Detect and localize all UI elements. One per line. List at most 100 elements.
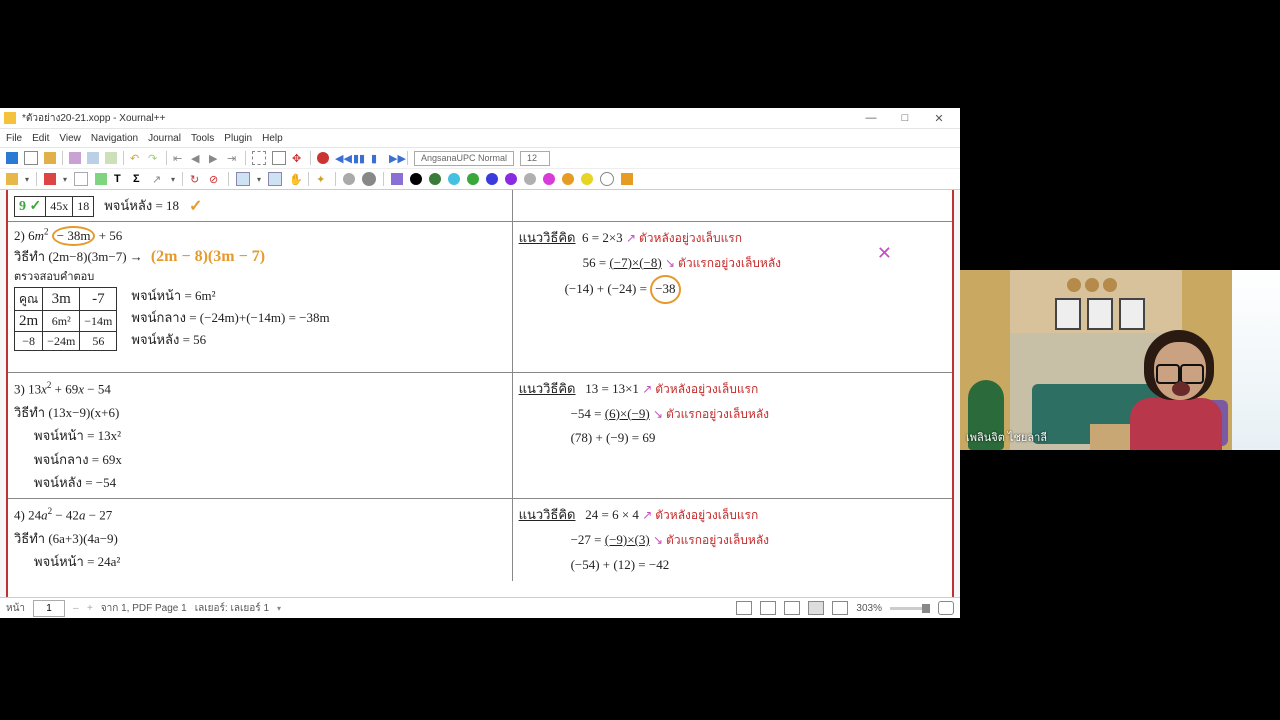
color-cyan[interactable] — [448, 173, 460, 185]
menu-view[interactable]: View — [59, 133, 81, 144]
titlebar: *ตัวอย่าง20-21.xopp - Xournal++ — □ ✕ — [0, 108, 960, 129]
record-icon[interactable] — [317, 152, 329, 164]
arrow-icon: ↘ — [665, 256, 678, 270]
maximize-button[interactable]: □ — [888, 112, 922, 124]
view-single-icon[interactable] — [736, 601, 752, 615]
hint-line: −27 = (−9)×(3) — [571, 532, 650, 547]
problem-text: 2) 6m2 − 38m + 56 — [14, 226, 506, 246]
document-canvas[interactable]: 9 ✓ 45x 18 พจน์หลัง = 18 ✓ 2) 6m2 − 38m … — [0, 190, 960, 597]
new-page-icon[interactable] — [24, 151, 38, 165]
page-delete-icon[interactable] — [272, 151, 286, 165]
menu-help[interactable]: Help — [262, 133, 283, 144]
rear-term: พจน์หลัง = −54 — [14, 471, 506, 494]
view-dual-icon[interactable] — [760, 601, 776, 615]
separator — [166, 151, 167, 165]
mid-term: พจน์กลาง = (−24m)+(−14m) = −38m — [131, 307, 329, 329]
color-blue[interactable] — [486, 173, 498, 185]
webcam-scene — [960, 270, 1280, 450]
hint-title: แนววิธีคิด — [519, 381, 576, 396]
open-icon[interactable] — [44, 152, 56, 164]
check-label: ตรวจสอบคำตอบ — [14, 267, 506, 285]
menu-journal[interactable]: Journal — [148, 133, 181, 144]
menu-navigation[interactable]: Navigation — [91, 133, 138, 144]
cross-mark-icon: ✕ — [877, 236, 892, 270]
separator — [308, 172, 309, 186]
tex-tool-icon[interactable]: Σ — [133, 173, 145, 185]
separator — [335, 172, 336, 186]
view-present-icon[interactable] — [784, 601, 800, 615]
arrow-icon: ↗ — [626, 231, 639, 245]
page-add-icon[interactable] — [252, 151, 266, 165]
separator — [228, 172, 229, 186]
hint-title: แนววิธีคิด — [519, 507, 576, 522]
separator — [383, 172, 384, 186]
font-name-select[interactable]: AngsanaUPC Normal — [414, 151, 514, 166]
color-yellow[interactable] — [581, 173, 593, 185]
hint-line: (−54) + (12) = −42 — [519, 553, 946, 578]
front-term: พจน์หน้า = 13x² — [14, 424, 506, 447]
hint-title: แนววิธีคิด — [519, 230, 576, 245]
menu-plugin[interactable]: Plugin — [224, 133, 252, 144]
hint-line: 13 = 13×1 — [585, 381, 639, 396]
handwriting: (2m − 8)(3m − 7) — [151, 248, 265, 266]
paste-icon[interactable] — [105, 152, 117, 164]
color-magenta[interactable] — [543, 173, 555, 185]
menu-edit[interactable]: Edit — [32, 133, 49, 144]
arrow-icon: ↗ — [642, 508, 655, 522]
color-white[interactable] — [600, 172, 614, 186]
close-button[interactable]: ✕ — [922, 112, 956, 125]
page-number-input[interactable] — [33, 600, 65, 617]
color-gray[interactable] — [524, 173, 536, 185]
zoom-width-icon[interactable] — [832, 601, 848, 615]
hint-line: (−14) + (−24) = −38 — [565, 281, 681, 296]
zoom-fit-icon[interactable] — [808, 601, 824, 615]
stroke-thin-icon[interactable] — [343, 173, 355, 185]
cell-value: 45x — [50, 199, 68, 213]
cell-value: 9 ✓ — [19, 199, 41, 214]
grid-icon[interactable] — [268, 172, 282, 186]
table-row: 9 ✓ 45x 18 — [14, 196, 94, 217]
worksheet-page: 9 ✓ 45x 18 พจน์หลัง = 18 ✓ 2) 6m2 − 38m … — [6, 190, 954, 597]
select-rect-icon[interactable] — [95, 173, 107, 185]
minimize-button[interactable]: — — [854, 112, 888, 124]
color-purple[interactable] — [505, 173, 517, 185]
problem-text: 4) 24a2 − 42a − 27 — [14, 503, 506, 527]
zoom-slider[interactable] — [890, 607, 930, 610]
presenter-name: เพลินจิต ไชยลาลี — [966, 428, 1047, 446]
font-size-select[interactable]: 12 — [520, 151, 550, 166]
color-orange[interactable] — [562, 173, 574, 185]
menu-file[interactable]: File — [6, 133, 22, 144]
menubar: File Edit View Navigation Journal Tools … — [0, 129, 960, 148]
fullscreen-icon[interactable] — [938, 601, 954, 615]
color-green[interactable] — [467, 173, 479, 185]
pen-tool-icon[interactable] — [6, 173, 18, 185]
factor-line: วิธีทำ (13x−9)(x+6) — [14, 401, 506, 424]
color-darkgreen[interactable] — [429, 173, 441, 185]
hint-line: 24 = 6 × 4 — [585, 507, 639, 522]
front-term: พจน์หน้า = 6m² — [131, 285, 329, 307]
rear-term-label: พจน์หลัง = 18 — [104, 195, 179, 216]
cut-icon[interactable] — [69, 152, 81, 164]
color-black[interactable] — [410, 173, 422, 185]
problem-text: 3) 13x2 + 69x − 54 — [14, 377, 506, 401]
color-current[interactable] — [621, 173, 633, 185]
hint-line: (78) + (−9) = 69 — [519, 426, 946, 451]
shape-icon[interactable] — [236, 172, 250, 186]
hint-line: 6 = 2×3 — [582, 230, 623, 245]
separator — [62, 151, 63, 165]
app-icon — [4, 112, 16, 124]
save-icon[interactable] — [6, 152, 18, 164]
arrow-icon: ↘ — [653, 533, 666, 547]
color-picker-icon[interactable] — [391, 173, 403, 185]
eraser-icon[interactable] — [44, 173, 56, 185]
copy-icon[interactable] — [87, 152, 99, 164]
text-tool-icon[interactable]: T — [114, 173, 126, 185]
layer-label[interactable]: เลเยอร์: เลเยอร์ 1 — [195, 601, 269, 616]
menu-tools[interactable]: Tools — [191, 133, 214, 144]
toolbar-tools: ▾ ▾ T Σ ↗ ▾ ↻ ⊘ ▾ ✋ ✦ — [0, 169, 960, 190]
factor-line: วิธีทำ (6a+3)(4a−9) — [14, 527, 506, 550]
separator — [182, 172, 183, 186]
separator — [310, 151, 311, 165]
stroke-med-icon[interactable] — [362, 172, 376, 186]
highlighter-icon[interactable] — [74, 172, 88, 186]
